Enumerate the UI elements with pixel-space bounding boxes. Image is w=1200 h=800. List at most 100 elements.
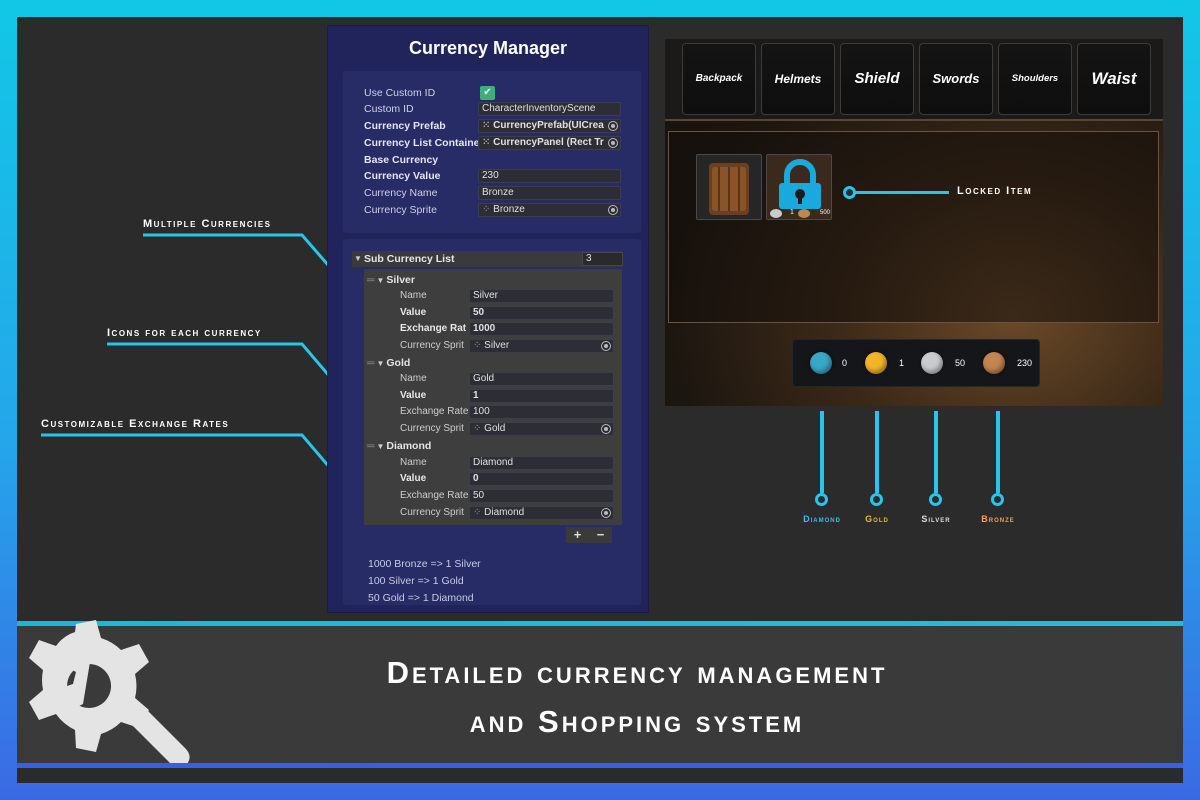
object-picker-icon[interactable] [601, 341, 611, 351]
sub-value-field[interactable]: 50 [469, 306, 614, 320]
callout-line-icons [107, 342, 347, 399]
legend-dot-gold [870, 493, 883, 506]
category-tab-bar: Backpack Helmets Shield Swords Shoulders… [665, 39, 1163, 121]
sub-sprite-label: Currency Sprit [400, 507, 464, 518]
legend-silver: Silver [921, 514, 951, 524]
use-custom-id-label: Use Custom ID [364, 87, 436, 99]
sub-sprite-label: Currency Sprit [400, 423, 464, 434]
sub-name-field[interactable]: Silver [469, 289, 614, 303]
feature-banner: Detailed currency management and Shoppin… [17, 620, 1183, 768]
price-coin-bronze-icon [798, 209, 810, 218]
sub-currency-list-label: Sub Currency List [364, 253, 455, 265]
silver-coin-icon [921, 352, 943, 374]
sub-sprite-field[interactable]: ⁘ Diamond [469, 506, 614, 520]
drag-handle-icon[interactable]: ═ [367, 440, 374, 452]
sub-sprite-value: Silver [484, 340, 510, 351]
custom-id-field[interactable]: CharacterInventoryScene [478, 102, 621, 116]
currency-manager-inspector: Currency Manager Use Custom ID ✔ Custom … [327, 25, 649, 613]
locked-price-small: 1 [790, 209, 794, 216]
banner-headline-line2: and Shopping system [469, 704, 805, 739]
currency-sprite-label: Currency Sprite [364, 204, 437, 216]
object-picker-icon[interactable] [608, 138, 618, 148]
inventory-slot-item[interactable] [696, 154, 762, 220]
add-element-button[interactable]: + [574, 527, 582, 543]
silver-amount: 50 [955, 358, 966, 368]
object-picker-icon[interactable] [608, 205, 618, 215]
game-view: Backpack Helmets Shield Swords Shoulders… [665, 39, 1163, 406]
sprite-icon: ⁘ [473, 423, 482, 434]
drag-handle-icon[interactable]: ═ [367, 274, 374, 286]
drag-handle-icon[interactable]: ═ [367, 357, 374, 369]
banner-headline-line1: Detailed currency management [386, 655, 888, 690]
backpack-item-icon [709, 163, 749, 215]
legend-line-silver [934, 411, 938, 493]
sub-currency-count-field[interactable]: 3 [582, 252, 623, 266]
tab-backpack[interactable]: Backpack [682, 43, 756, 115]
object-picker-icon[interactable] [601, 508, 611, 518]
sub-sprite-field[interactable]: ⁘ Gold [469, 422, 614, 436]
currency-list-container-value: CurrencyPanel (Rect Tr [493, 137, 604, 148]
sub-currency-diamond-header[interactable]: ═ ▼ Diamond [367, 440, 431, 452]
currency-value-field[interactable]: 230 [478, 169, 621, 183]
sub-sprite-value: Diamond [484, 507, 525, 518]
object-picker-icon[interactable] [608, 121, 618, 131]
sub-exchange-rate-field[interactable]: 1000 [469, 322, 614, 336]
tab-shoulders[interactable]: Shoulders [998, 43, 1072, 115]
locked-price-large: 500 [820, 210, 831, 216]
sub-value-field[interactable]: 0 [469, 472, 614, 486]
prefab-icon: ⁙ [482, 137, 491, 148]
bronze-amount: 230 [1017, 358, 1033, 368]
callout-line-locked [855, 191, 949, 194]
sub-name-label: Name [400, 290, 427, 301]
sub-value-field[interactable]: 1 [469, 389, 614, 403]
sub-name-label: Name [400, 373, 427, 384]
base-currency-heading: Base Currency [364, 154, 439, 166]
sub-currency-silver-header[interactable]: ═ ▼ Silver [367, 274, 415, 286]
legend-dot-silver [929, 493, 942, 506]
sub-exchange-rate-label: Exchange Rate [400, 406, 468, 417]
sub-value-label: Value [400, 307, 427, 318]
legend-line-gold [875, 411, 879, 493]
currency-value-label: Currency Value [364, 170, 441, 182]
base-settings-box: Use Custom ID ✔ Custom ID CharacterInven… [343, 71, 641, 233]
sub-name-field[interactable]: Diamond [469, 456, 614, 470]
currency-sprite-value: Bronze [493, 204, 525, 215]
exchange-note: 100 Silver => 1 Gold [368, 575, 464, 587]
sub-exchange-rate-label: Exchange Rate [400, 490, 468, 501]
foldout-arrow-icon[interactable]: ▼ [376, 442, 384, 451]
tab-helmets[interactable]: Helmets [761, 43, 835, 115]
currency-prefab-field[interactable]: ⁙ CurrencyPrefab(UICrea [478, 119, 621, 133]
sub-name-label: Name [400, 457, 427, 468]
remove-element-button[interactable]: − [597, 527, 605, 543]
foldout-arrow-icon[interactable]: ▼ [376, 276, 384, 285]
custom-id-label: Custom ID [364, 103, 414, 115]
currency-list-container-field[interactable]: ⁙ CurrencyPanel (Rect Tr [478, 136, 621, 150]
sub-sprite-field[interactable]: ⁘ Silver [469, 339, 614, 353]
foldout-arrow-icon[interactable]: ▼ [354, 251, 362, 267]
legend-dot-bronze [991, 493, 1004, 506]
sub-currency-header-label: Silver [386, 274, 415, 286]
currency-prefab-label: Currency Prefab [364, 120, 446, 132]
inventory-slot-locked[interactable]: 1 500 [766, 154, 832, 220]
currency-bar: 0 1 50 230 [792, 339, 1040, 387]
currency-sprite-field[interactable]: ⁘ Bronze [478, 203, 621, 217]
sub-exchange-rate-label: Exchange Rat [400, 323, 467, 334]
currency-prefab-value: CurrencyPrefab(UICrea [493, 120, 604, 131]
object-picker-icon[interactable] [601, 424, 611, 434]
sub-sprite-value: Gold [484, 423, 506, 434]
sub-exchange-rate-field[interactable]: 50 [469, 489, 614, 503]
sub-name-field[interactable]: Gold [469, 372, 614, 386]
currency-name-field[interactable]: Bronze [478, 186, 621, 200]
tab-shield[interactable]: Shield [840, 43, 914, 115]
tab-waist[interactable]: Waist [1077, 43, 1151, 115]
sub-exchange-rate-field[interactable]: 100 [469, 405, 614, 419]
list-add-remove-buttons: + − [566, 527, 612, 543]
sub-sprite-label: Currency Sprit [400, 340, 464, 351]
foldout-arrow-icon[interactable]: ▼ [376, 359, 384, 368]
sprite-icon: ⁘ [473, 507, 482, 518]
callout-lines [41, 233, 347, 490]
sub-currency-box: ▼ Sub Currency List 3 ═ ▼ Silver Name Silv… [343, 239, 641, 605]
use-custom-id-checkbox[interactable]: ✔ [480, 86, 495, 100]
tab-swords[interactable]: Swords [919, 43, 993, 115]
sub-currency-gold-header[interactable]: ═ ▼ Gold [367, 357, 410, 369]
